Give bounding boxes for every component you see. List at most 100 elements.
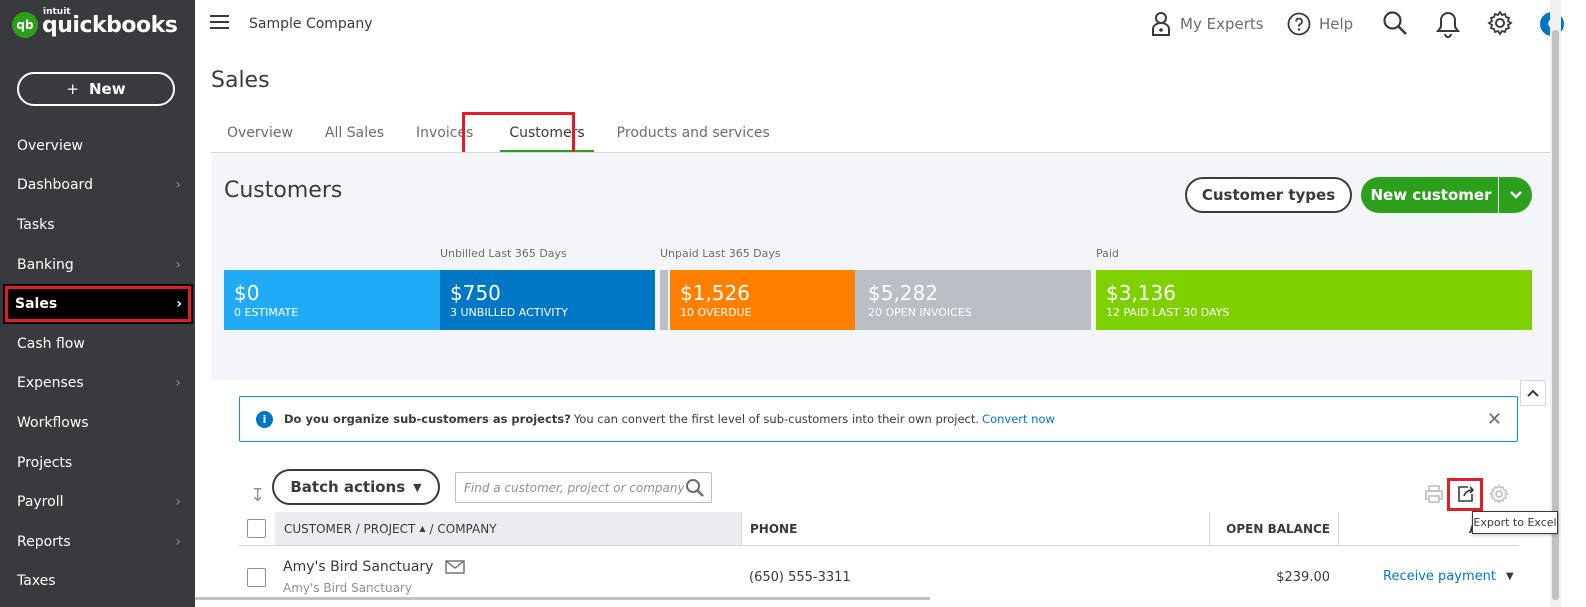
sidebar-item-label: Reports [17,533,71,550]
customer-company: Amy's Bird Sanctuary [283,581,412,595]
customer-types-button[interactable]: Customer types [1185,177,1352,213]
bell-icon[interactable] [1436,10,1460,38]
column-header-customer[interactable]: CUSTOMER / PROJECT ▲ / COMPANY [275,512,741,545]
open-invoices-tile[interactable]: $5,282 20 OPEN INVOICES [855,270,1091,330]
tile-label: 20 OPEN INVOICES [868,306,972,319]
receive-payment-link[interactable]: Receive payment [1383,569,1496,584]
print-icon[interactable] [1424,484,1444,504]
sidebar-item-sales[interactable]: Sales › [3,284,193,324]
batch-actions-button[interactable]: Batch actions ▼ [272,469,440,505]
page-title: Sales [211,68,270,93]
sidebar-item-payroll[interactable]: Payroll › [0,482,195,522]
close-icon[interactable]: ✕ [1487,409,1502,430]
help-label: Help [1319,15,1354,33]
intuit-wordmark: intuit [43,6,71,17]
new-customer-label[interactable]: New customer [1361,177,1498,213]
customers-summary-panel [211,153,1561,380]
quickbooks-logo[interactable]: qb intuit quickbooks [12,7,178,38]
sidebar-item-label: Expenses [17,375,84,392]
my-experts-label: My Experts [1180,15,1264,33]
estimate-tile[interactable]: $0 0 ESTIMATE [224,270,440,330]
tile-amount: $5,282 [868,281,938,305]
tile-label: 3 UNBILLED ACTIVITY [450,306,568,319]
new-customer-button[interactable]: New customer [1361,177,1532,213]
chevron-right-icon: › [175,375,181,392]
unbilled-activity-tile[interactable]: $750 3 UNBILLED ACTIVITY [440,270,655,330]
sidebar-item-reports[interactable]: Reports › [0,522,195,562]
export-tooltip: Export to Excel [1472,511,1558,534]
tile-label: 12 PAID LAST 30 DAYS [1106,306,1230,319]
row-checkbox[interactable] [247,568,266,587]
tab-products-and-services[interactable]: Products and services [601,113,786,153]
search-icon[interactable] [685,478,705,498]
sidebar-item-tasks[interactable]: Tasks [0,205,195,245]
sidebar-item-label: Payroll [17,494,64,511]
chevron-right-icon: › [175,533,181,550]
chevron-right-icon: › [175,256,181,273]
sidebar-item-cash-flow[interactable]: Cash flow [0,324,195,364]
chevron-right-icon: › [175,494,181,511]
unpaid-divider [660,270,668,330]
unbilled-caption: Unbilled Last 365 Days [440,247,567,260]
sidebar-nav: Overview Dashboard › Tasks Banking › Sales… [0,126,195,601]
paid-caption: Paid [1096,247,1119,260]
caret-down-icon[interactable]: ▼ [1506,571,1514,582]
scroll-to-top-button[interactable] [1520,380,1546,406]
sidebar-item-banking[interactable]: Banking › [0,245,195,285]
overdue-tile[interactable]: $1,526 10 OVERDUE [670,270,855,330]
tile-label: 0 ESTIMATE [234,306,299,319]
customers-tab-highlight [462,112,575,157]
sidebar-item-label: Taxes [17,573,56,590]
tile-amount: $750 [450,281,501,305]
tab-all-sales[interactable]: All Sales [309,113,400,153]
tile-amount: $1,526 [680,281,750,305]
batch-actions-label: Batch actions [290,478,406,496]
sidebar-item-label: Cash flow [17,335,85,352]
customer-name[interactable]: Amy's Bird Sanctuary [283,559,433,575]
tile-label: 10 OVERDUE [680,306,752,319]
table-row[interactable]: Amy's Bird Sanctuary Amy's Bird Sanctuar… [239,548,1518,600]
collapse-arrow-icon[interactable]: ↧ [250,485,265,506]
sidebar-item-dashboard[interactable]: Dashboard › [0,166,195,206]
top-bar: Sample Company My Experts Help C [195,0,1586,48]
column-header-open-balance[interactable]: OPEN BALANCE [1209,512,1338,545]
sidebar-item-label: Banking [17,256,74,273]
company-name: Sample Company [249,16,373,32]
sidebar-item-overview[interactable]: Overview [0,126,195,166]
column-header-phone[interactable]: PHONE [741,512,1209,545]
unpaid-caption: Unpaid Last 365 Days [660,247,781,260]
new-button[interactable]: + New [17,72,175,106]
sidebar-item-workflows[interactable]: Workflows [0,403,195,443]
convert-now-link[interactable]: Convert now [982,412,1055,426]
company-header-label: / COMPANY [429,521,497,536]
gear-icon[interactable] [1487,10,1513,36]
receive-payment-action[interactable]: Receive payment ▼ [1383,569,1514,584]
export-button-highlight [1447,478,1483,511]
sidebar-item-label: Projects [17,454,73,471]
sidebar-item-label: Workflows [17,414,89,431]
sidebar-item-label: Tasks [17,216,55,233]
settings-gear-icon[interactable] [1489,484,1509,504]
projects-notice-banner: i Do you organize sub-customers as proje… [239,396,1518,442]
hamburger-menu-icon[interactable] [210,15,229,29]
customer-phone: (650) 555-3311 [749,570,851,585]
customer-search [455,472,712,503]
notice-text: You can convert the first level of sub-c… [573,412,980,426]
customer-search-input[interactable] [464,480,684,495]
mail-icon[interactable] [445,560,466,574]
my-experts-button[interactable]: My Experts [1150,8,1264,40]
paid-tile[interactable]: $3,136 12 PAID LAST 30 DAYS [1096,270,1532,330]
search-icon[interactable] [1382,10,1408,36]
sidebar-item-expenses[interactable]: Expenses › [0,364,195,404]
new-button-label: New [88,80,126,98]
sort-ascending-icon: ▲ [419,524,426,533]
sidebar-item-projects[interactable]: Projects [0,443,195,483]
help-button[interactable]: Help [1287,8,1353,40]
expert-person-icon [1152,12,1170,36]
select-all-checkbox[interactable] [247,519,266,538]
horizontal-scrollbar[interactable] [195,597,930,600]
tab-overview[interactable]: Overview [211,113,309,153]
sidebar-item-label: Sales [15,296,58,313]
sidebar-item-label: Dashboard [17,177,93,194]
sidebar-item-taxes[interactable]: Taxes [0,562,195,602]
